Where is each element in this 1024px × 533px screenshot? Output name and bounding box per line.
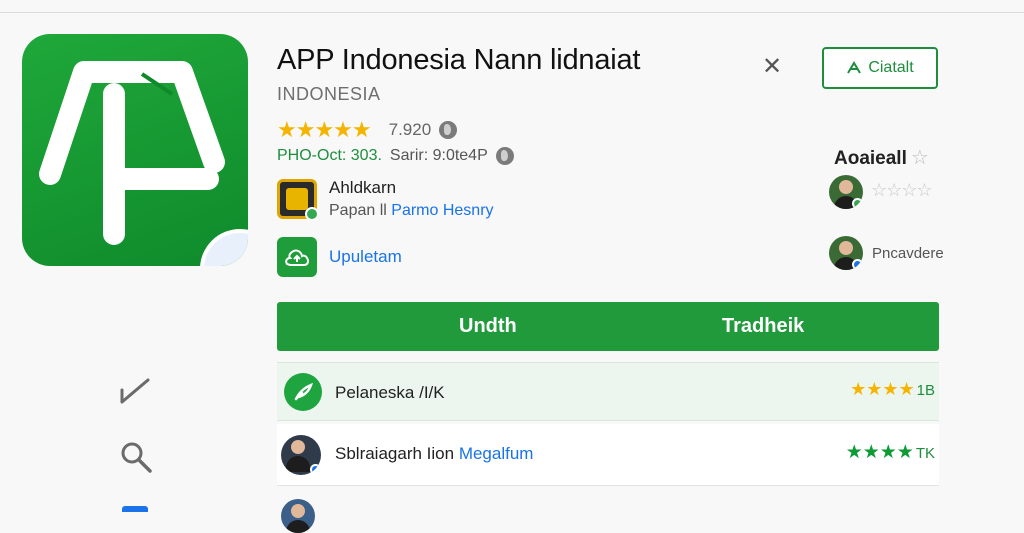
star-icon: ★★★★ [850, 379, 915, 399]
list-item[interactable]: Pelaneska /I/K ★★★★ 1B [277, 362, 939, 421]
accounts-title: Aoaieall ☆ [834, 145, 929, 170]
developer-name: Ahldkarn [329, 178, 397, 197]
app-logo-glyph [39, 61, 225, 245]
globe-icon[interactable] [439, 121, 458, 139]
list-item-text: Pelaneska /I/K [335, 383, 445, 402]
list-item-label: Sblraiagarh Iion [335, 444, 459, 463]
avatar [281, 435, 321, 475]
primary-right-label[interactable]: Tradheik [722, 315, 804, 338]
developer-avatar [277, 179, 319, 221]
star-outline-icon[interactable]: ☆ [911, 147, 929, 169]
app-title: APP Indonesia Nann lidnaiat [277, 44, 641, 76]
empty-stars-icon: ☆☆☆☆ [871, 180, 933, 200]
list-item-link[interactable]: Megalfum [459, 444, 534, 463]
menu-icon[interactable] [122, 506, 148, 512]
developer-link[interactable]: Parmo Hesnry [391, 202, 493, 219]
status-dot-icon [852, 198, 863, 209]
install-label: Ciatalt [868, 59, 914, 76]
close-icon[interactable]: ✕ [762, 52, 782, 81]
globe-icon[interactable] [495, 147, 514, 165]
list-item-rating: ★★★★ TK [846, 441, 935, 464]
verified-badge-icon [852, 259, 863, 270]
cloud-upload-icon [277, 237, 317, 277]
avatar[interactable] [829, 175, 863, 209]
top-divider [0, 12, 1024, 13]
accounts-title-text: Aoaieall [834, 148, 907, 169]
developer-sub: Papan ll Parmo Hesnry [329, 202, 494, 220]
verified-dot-icon [305, 207, 319, 221]
leaf-icon [284, 373, 322, 411]
rating-row: ★★★★★ 7.920 [277, 117, 458, 143]
primary-left-label[interactable]: Undth [459, 315, 517, 338]
search-icon[interactable] [119, 440, 153, 479]
app-icon[interactable] [22, 34, 248, 266]
account-label: Pncavdere [872, 245, 944, 262]
developer-sub-prefix: Papan ll [329, 202, 387, 219]
meta-suffix: Sarir: 9:0te4P [389, 147, 488, 164]
developer-row[interactable]: Ahldkarn Papan ll Parmo Hesnry [277, 178, 494, 221]
app-subtitle: INDONESIA [277, 84, 381, 104]
list-item-count: TK [915, 445, 935, 462]
avatar [281, 499, 315, 533]
rating-stars-icon: ★★★★★ [277, 117, 372, 142]
star-icon: ★★★★ [845, 442, 914, 463]
update-label: Upuletam [329, 247, 402, 266]
list-item[interactable]: Sblraiagarh Iion Megalfum ★★★★ TK [277, 424, 939, 486]
download-icon [847, 61, 862, 74]
primary-action-bar[interactable]: Undth Tradheik [277, 302, 939, 351]
list-item-rating: ★★★★ 1B [850, 379, 935, 400]
update-row[interactable]: Upuletam [277, 237, 402, 277]
list-item-count: 1B [916, 382, 935, 399]
rating-value: 7.920 [388, 120, 432, 139]
meta-prefix: PHO-Oct: 303. [277, 147, 382, 164]
list-item[interactable] [277, 492, 939, 533]
meta-row: PHO-Oct: 303. Sarir: 9:0te4P [277, 147, 514, 165]
checkmark-icon[interactable] [118, 376, 152, 413]
list-item-text: Sblraiagarh Iion Megalfum [335, 444, 533, 464]
install-button[interactable]: Ciatalt [822, 47, 938, 89]
verified-badge-icon [310, 464, 321, 475]
avatar[interactable] [829, 236, 863, 270]
